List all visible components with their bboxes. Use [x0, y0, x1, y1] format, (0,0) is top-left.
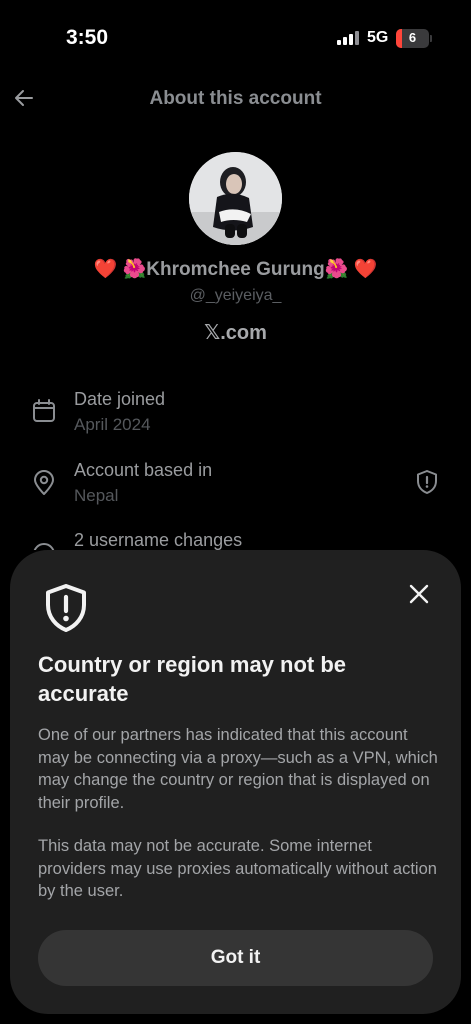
sheet-paragraph-1: One of our partners has indicated that t… [38, 726, 438, 812]
got-it-button[interactable]: Got it [38, 930, 433, 986]
close-icon [409, 584, 429, 604]
close-button[interactable] [405, 580, 433, 608]
bottom-sheet: Country or region may not be accurate On… [10, 550, 461, 1014]
sheet-title: Country or region may not be accurate [38, 652, 347, 706]
sheet-paragraph-2: This data may not be accurate. Some inte… [38, 837, 437, 900]
shield-alert-icon [46, 584, 86, 632]
